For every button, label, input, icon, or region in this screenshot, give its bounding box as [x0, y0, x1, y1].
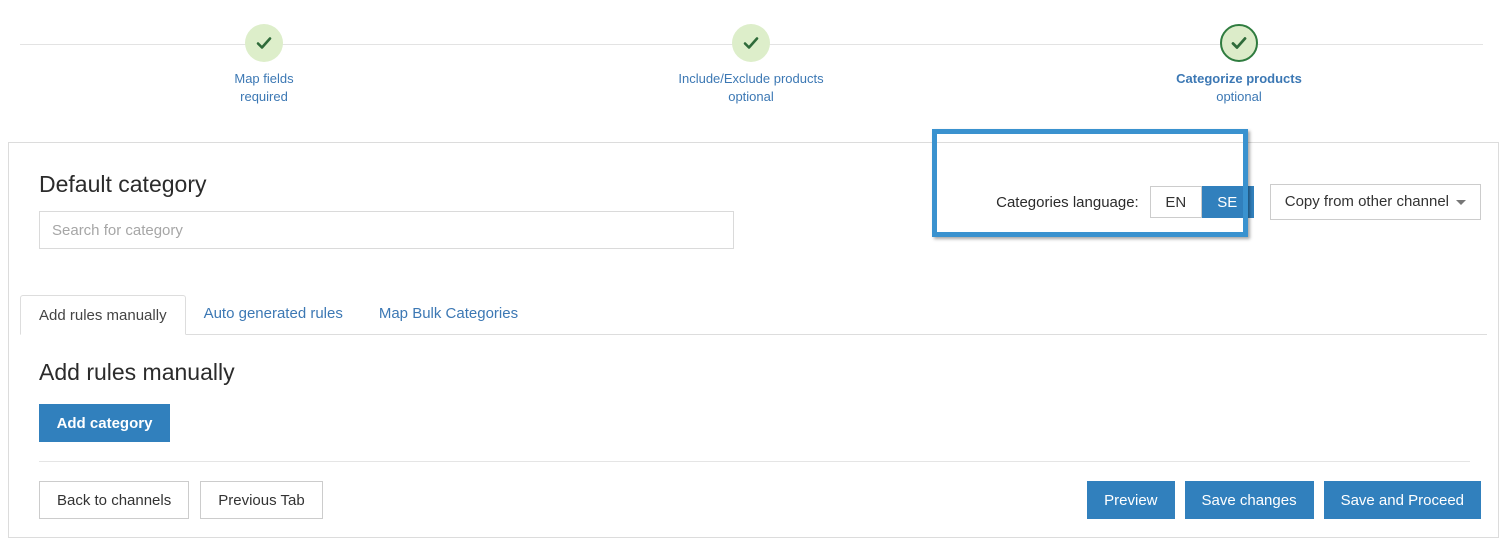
add-rules-manually-heading: Add rules manually: [39, 359, 235, 386]
copy-from-other-channel-button[interactable]: Copy from other channel: [1270, 184, 1481, 220]
language-option-se[interactable]: SE: [1202, 186, 1254, 218]
step-status-circle: [1220, 24, 1258, 62]
footer-right-actions: Preview Save changes Save and Proceed: [1077, 481, 1481, 519]
tab-map-bulk-categories[interactable]: Map Bulk Categories: [361, 294, 536, 334]
step-status-circle: [245, 24, 283, 62]
footer-divider: [39, 461, 1470, 462]
wizard-step-subtitle: optional: [1109, 88, 1369, 106]
previous-tab-button[interactable]: Previous Tab: [200, 481, 322, 519]
check-icon: [1229, 33, 1249, 53]
tab-auto-generated-rules[interactable]: Auto generated rules: [186, 294, 361, 334]
language-and-copy-row: Categories language: EN SE Copy from oth…: [976, 165, 1481, 239]
chevron-down-icon: [1456, 200, 1466, 205]
tab-add-rules-manually[interactable]: Add rules manually: [20, 295, 186, 335]
wizard-step-title: Categorize products: [1109, 70, 1369, 88]
check-icon: [254, 33, 274, 53]
wizard-step-title: Include/Exclude products: [621, 70, 881, 88]
add-category-button[interactable]: Add category: [39, 404, 170, 442]
preview-button[interactable]: Preview: [1087, 481, 1174, 519]
wizard-step-title: Map fields: [134, 70, 394, 88]
copy-from-other-channel-label: Copy from other channel: [1285, 193, 1449, 210]
wizard-step-label: Include/Exclude products optional: [621, 70, 881, 106]
language-option-en[interactable]: EN: [1150, 186, 1202, 218]
language-toggle-group[interactable]: EN SE: [1150, 186, 1254, 218]
wizard-step-label: Map fields required: [134, 70, 394, 106]
footer-left-actions: Back to channels Previous Tab: [39, 481, 334, 519]
wizard-step-label: Categorize products optional: [1109, 70, 1369, 106]
wizard-step-subtitle: required: [134, 88, 394, 106]
wizard-step-subtitle: optional: [621, 88, 881, 106]
categories-language-group: Categories language: EN SE: [976, 165, 1270, 239]
check-icon: [741, 33, 761, 53]
back-to-channels-button[interactable]: Back to channels: [39, 481, 189, 519]
default-category-heading: Default category: [39, 171, 206, 198]
wizard-step-include-exclude-products[interactable]: Include/Exclude products optional: [621, 24, 881, 106]
categories-language-label: Categories language:: [996, 194, 1139, 211]
save-and-proceed-button[interactable]: Save and Proceed: [1324, 481, 1481, 519]
wizard-progress: Map fields required Include/Exclude prod…: [0, 0, 1507, 130]
search-category-input[interactable]: [39, 211, 734, 249]
save-changes-button[interactable]: Save changes: [1185, 481, 1314, 519]
rules-tab-bar: Add rules manually Auto generated rules …: [20, 294, 1487, 335]
wizard-step-categorize-products[interactable]: Categorize products optional: [1109, 24, 1369, 106]
wizard-step-map-fields[interactable]: Map fields required: [134, 24, 394, 106]
step-status-circle: [732, 24, 770, 62]
categorize-products-panel: Categories language: EN SE Copy from oth…: [8, 142, 1499, 538]
